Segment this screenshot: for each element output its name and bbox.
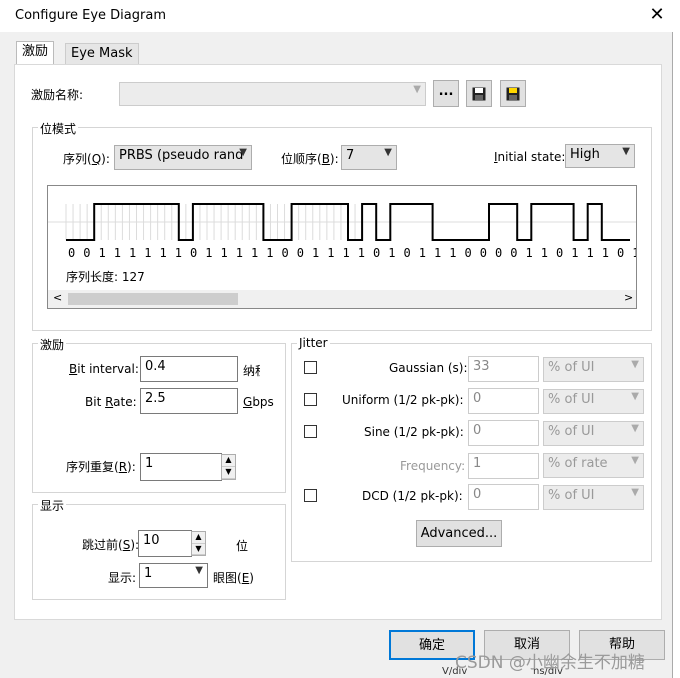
bit-order-label: 位顺序(B): bbox=[281, 152, 339, 166]
chevron-down-icon: ▼ bbox=[413, 84, 421, 95]
sequence-label: 序列(Q): bbox=[63, 152, 110, 166]
uniform-label: Uniform (1/2 pk-pk): bbox=[342, 393, 464, 407]
sequence-select[interactable]: PRBS (pseudo rand ▼ bbox=[114, 145, 252, 170]
skip-unit: 位 bbox=[236, 539, 249, 553]
sequence-length: 序列长度: 127 bbox=[66, 270, 145, 284]
sequence-repeat-input[interactable]: 1 bbox=[140, 453, 222, 481]
show-label: 显示: bbox=[108, 571, 137, 585]
dcd-checkbox[interactable] bbox=[304, 489, 317, 502]
bit-interval-input[interactable]: 0.4 bbox=[140, 356, 238, 382]
chevron-down-icon: ▼ bbox=[631, 423, 639, 434]
sequence-repeat-spinner[interactable]: ▲ ▼ bbox=[221, 454, 236, 480]
uniform-input[interactable]: 0 bbox=[468, 388, 539, 414]
stimulus-name-combo[interactable]: ▼ bbox=[119, 82, 426, 106]
scroll-left-icon[interactable]: < bbox=[53, 291, 62, 304]
chevron-down-icon: ▼ bbox=[622, 146, 630, 157]
spin-down-icon[interactable]: ▼ bbox=[192, 544, 205, 555]
uniform-checkbox[interactable] bbox=[304, 393, 317, 406]
browse-button[interactable]: ... bbox=[433, 80, 459, 107]
scroll-right-icon[interactable]: > bbox=[624, 291, 633, 304]
display-group-title: 显示 bbox=[38, 497, 67, 514]
bit-rate-label: Bit Rate: bbox=[85, 395, 137, 409]
gaussian-label: Gaussian (s): bbox=[389, 361, 468, 375]
frequency-input[interactable]: 1 bbox=[468, 453, 539, 479]
initial-state-select[interactable]: High ▼ bbox=[565, 144, 635, 168]
frequency-label: Frequency: bbox=[400, 459, 466, 473]
preview-scrollbar[interactable]: < > bbox=[48, 290, 636, 308]
gaussian-unit-select[interactable]: % of UI ▼ bbox=[543, 357, 644, 382]
dcd-unit-select[interactable]: % of UI ▼ bbox=[543, 485, 644, 510]
bit-order-select[interactable]: 7 ▼ bbox=[341, 145, 397, 170]
bit-pattern-preview: 0 0 1 1 1 1 1 1 0 1 1 1 1 1 0 0 1 1 1 1 … bbox=[47, 185, 637, 309]
save-as-button[interactable] bbox=[500, 80, 526, 107]
chevron-down-icon: ▼ bbox=[239, 147, 247, 158]
jitter-group-title: Jitter bbox=[297, 336, 330, 350]
scroll-thumb[interactable] bbox=[68, 293, 238, 305]
show-select[interactable]: 1 ▼ bbox=[139, 563, 208, 588]
chevron-down-icon: ▼ bbox=[631, 391, 639, 402]
spin-up-icon[interactable]: ▲ bbox=[222, 455, 235, 467]
bit-pattern-group-title: 位模式 bbox=[38, 120, 79, 137]
sequence-repeat-label: 序列重复(R): bbox=[66, 460, 136, 474]
bit-interval-label: Bit interval: bbox=[69, 362, 139, 376]
bit-rate-input[interactable]: 2.5 bbox=[140, 388, 238, 414]
title-bar: Configure Eye Diagram ✕ bbox=[0, 0, 673, 32]
chevron-down-icon: ▼ bbox=[384, 147, 392, 158]
eye-diagram-label: 眼图(E) bbox=[213, 571, 254, 585]
chevron-down-icon: ▼ bbox=[631, 359, 639, 370]
uniform-unit-select[interactable]: % of UI ▼ bbox=[543, 389, 644, 414]
sine-label: Sine (1/2 pk-pk): bbox=[364, 425, 464, 439]
initial-state-label: Initial state: bbox=[494, 150, 566, 164]
chevron-down-icon: ▼ bbox=[631, 487, 639, 498]
bit-interval-unit: 纳秒 bbox=[243, 364, 260, 378]
save-icon bbox=[472, 87, 486, 101]
skip-label: 跳过前(S): bbox=[82, 538, 140, 552]
sine-checkbox[interactable] bbox=[304, 425, 317, 438]
tab-eye-mask[interactable]: Eye Mask bbox=[65, 43, 139, 65]
dcd-input[interactable]: 0 bbox=[468, 484, 539, 510]
chevron-down-icon: ▼ bbox=[195, 565, 203, 576]
dcd-label: DCD (1/2 pk-pk): bbox=[362, 489, 463, 503]
skip-spinner[interactable]: ▲ ▼ bbox=[191, 531, 206, 556]
gaussian-input[interactable]: 33 bbox=[468, 356, 539, 382]
spin-down-icon[interactable]: ▼ bbox=[222, 467, 235, 479]
sine-input[interactable]: 0 bbox=[468, 420, 539, 446]
sine-unit-select[interactable]: % of UI ▼ bbox=[543, 421, 644, 446]
gaussian-checkbox[interactable] bbox=[304, 361, 317, 374]
save-button[interactable] bbox=[466, 80, 492, 107]
bit-rate-unit: Gbps bbox=[243, 395, 274, 409]
skip-input[interactable]: 10 bbox=[138, 530, 192, 557]
chevron-down-icon: ▼ bbox=[631, 455, 639, 466]
spin-up-icon[interactable]: ▲ bbox=[192, 532, 205, 544]
save-as-icon bbox=[506, 87, 520, 101]
advanced-button[interactable]: Advanced... bbox=[416, 520, 502, 547]
watermark: CSDN @小幽余生不加糖 bbox=[455, 653, 645, 673]
dialog: Configure Eye Diagram ✕ 激励 Eye Mask 激励名称… bbox=[0, 0, 673, 678]
stimulus-group-title: 激励 bbox=[38, 336, 67, 353]
window-title: Configure Eye Diagram bbox=[15, 8, 166, 23]
tab-stimulus[interactable]: 激励 bbox=[16, 41, 55, 65]
close-icon[interactable]: ✕ bbox=[646, 2, 668, 28]
bit-sequence-text: 0 0 1 1 1 1 1 1 0 1 1 1 1 1 0 0 1 1 1 1 … bbox=[68, 246, 637, 260]
bit-waveform bbox=[48, 203, 636, 241]
frequency-unit-select[interactable]: % of rate ▼ bbox=[543, 453, 644, 478]
stimulus-name-label: 激励名称: bbox=[31, 88, 84, 102]
